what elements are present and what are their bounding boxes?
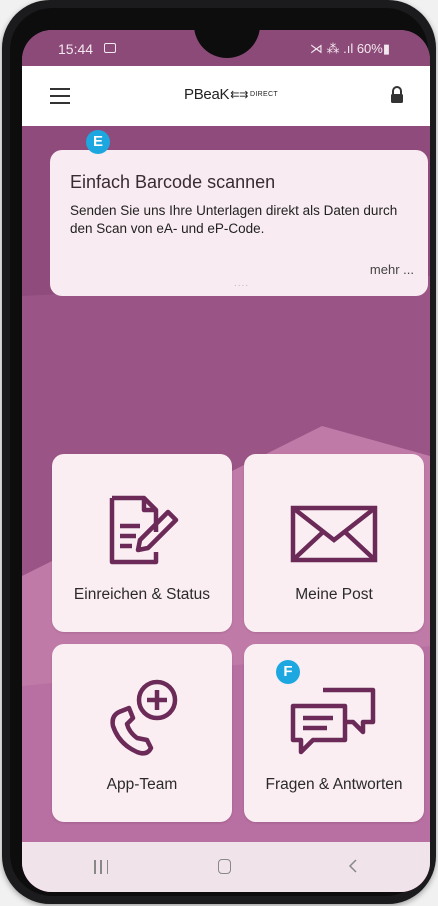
chat-bubbles-icon <box>290 687 376 755</box>
tile-fragen-antworten[interactable]: Fragen & Antworten <box>244 644 424 822</box>
android-nav-bar <box>22 842 430 892</box>
back-icon[interactable] <box>348 858 358 874</box>
app-screen: 15:44 ⋊ ⁂ .ıl 60%▮ PBeaK ⇇⇉ DIRECT Einfa… <box>22 30 430 892</box>
phone-frame: 15:44 ⋊ ⁂ .ıl 60%▮ PBeaK ⇇⇉ DIRECT Einfa… <box>2 0 436 904</box>
more-link[interactable]: mehr ... <box>370 262 414 277</box>
barcode-info-card[interactable]: Einfach Barcode scannen Senden Sie uns I… <box>50 150 428 296</box>
hamburger-menu-icon[interactable] <box>50 88 70 104</box>
document-edit-icon <box>109 495 179 565</box>
tile-label: Meine Post <box>295 586 373 603</box>
tile-label: Einreichen & Status <box>73 586 211 603</box>
tile-meine-post[interactable]: Meine Post <box>244 454 424 632</box>
signal-battery-indicator: ⋊ ⁂ .ıl 60%▮ <box>309 41 390 56</box>
callout-badge-e: E <box>86 130 110 154</box>
logo-text: PBeaK <box>184 86 230 103</box>
tile-label: Fragen & Antworten <box>265 776 403 793</box>
app-logo: PBeaK ⇇⇉ DIRECT <box>184 86 278 103</box>
logo-arrows-icon: ⇇⇉ <box>230 89 249 101</box>
callout-badge-f: F <box>276 660 300 684</box>
tile-einreichen-status[interactable]: Einreichen & Status <box>52 454 232 632</box>
envelope-icon <box>290 505 378 563</box>
lock-icon[interactable] <box>390 86 404 104</box>
status-time: 15:44 <box>58 41 94 57</box>
tile-app-team[interactable]: App-Team <box>52 644 232 822</box>
carousel-pager: .... <box>234 278 250 289</box>
info-card-text: Senden Sie uns Ihre Unterlagen direkt al… <box>70 203 398 236</box>
phone-plus-icon <box>110 679 178 756</box>
app-bar: PBeaK ⇇⇉ DIRECT <box>22 66 430 126</box>
recent-apps-icon[interactable] <box>94 860 108 874</box>
logo-suffix: DIRECT <box>250 91 278 98</box>
phone-bezel: 15:44 ⋊ ⁂ .ıl 60%▮ PBeaK ⇇⇉ DIRECT Einfa… <box>10 8 430 896</box>
gallery-notification-icon <box>104 43 116 53</box>
home-icon[interactable] <box>218 859 231 874</box>
info-card-title: Einfach Barcode scannen <box>70 172 276 192</box>
tile-label: App-Team <box>106 776 178 793</box>
